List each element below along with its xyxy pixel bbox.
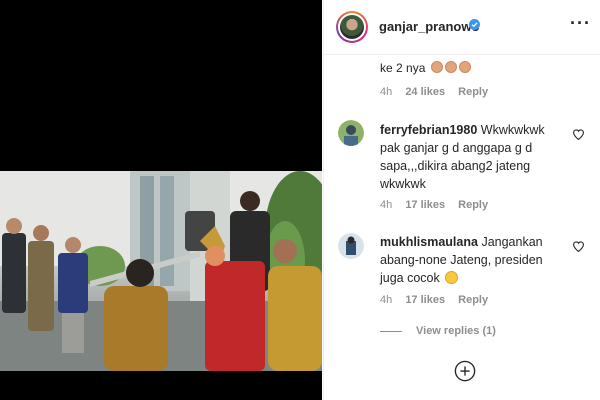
comment-text: ferryfebrian1980 Wkwkwkwk pak ganjar g d… bbox=[380, 123, 545, 191]
clapping-hands-emoji-icon bbox=[458, 61, 471, 73]
clapping-hands-emoji-icon bbox=[430, 61, 443, 73]
post-username[interactable]: ganjar_pranowo bbox=[379, 19, 479, 34]
comment-likes[interactable]: 24 likes bbox=[405, 86, 445, 98]
commenter-avatar[interactable] bbox=[338, 120, 364, 146]
comment-text: ke 2 nya bbox=[380, 59, 565, 77]
comment-likes[interactable]: 17 likes bbox=[405, 199, 445, 211]
comment-time: 4h bbox=[380, 199, 393, 211]
comment-meta: 4h 24 likes Reply bbox=[380, 86, 498, 98]
comment-text: mukhlismaulana Jangankan abang-none Jate… bbox=[380, 235, 543, 285]
more-icon[interactable]: ··· bbox=[570, 13, 591, 34]
comment-reply-button[interactable]: Reply bbox=[458, 199, 488, 211]
post-video[interactable] bbox=[0, 171, 322, 371]
video-frame-illustration bbox=[0, 171, 322, 371]
clapping-hands-emoji-icon bbox=[444, 61, 457, 73]
divider-line bbox=[380, 330, 402, 332]
comment-time: 4h bbox=[380, 86, 393, 98]
post-media bbox=[0, 0, 322, 400]
profile-avatar[interactable] bbox=[336, 11, 368, 43]
comment-reply-button[interactable]: Reply bbox=[458, 86, 488, 98]
comment-time: 4h bbox=[380, 294, 393, 306]
comment-likes[interactable]: 17 likes bbox=[405, 294, 445, 306]
grinning-face-emoji-icon bbox=[445, 271, 459, 284]
view-replies-button[interactable]: View replies (1) bbox=[380, 325, 496, 337]
comment-meta: 4h 17 likes Reply bbox=[380, 199, 498, 211]
comment-username[interactable]: ferryfebrian1980 bbox=[380, 123, 477, 137]
commenter-avatar[interactable] bbox=[338, 233, 364, 259]
heart-icon[interactable] bbox=[572, 128, 585, 141]
load-more-comments-icon[interactable] bbox=[454, 360, 476, 382]
comment-reply-button[interactable]: Reply bbox=[458, 294, 488, 306]
post-side-panel: ganjar_pranowo ··· ke 2 nya 4h 24 likes … bbox=[323, 0, 600, 400]
comment-username[interactable]: mukhlismaulana bbox=[380, 235, 478, 249]
verified-badge-icon bbox=[469, 19, 480, 30]
heart-icon[interactable] bbox=[572, 240, 585, 253]
post-header: ganjar_pranowo ··· bbox=[324, 0, 600, 55]
comment-meta: 4h 17 likes Reply bbox=[380, 294, 498, 306]
